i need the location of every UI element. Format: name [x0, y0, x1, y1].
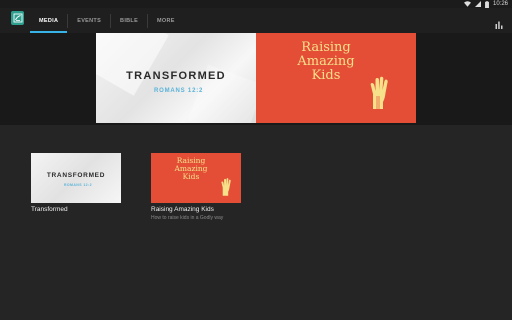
hero-left-title: TRANSFORMED [126, 70, 226, 82]
wifi-icon [463, 1, 471, 7]
app-bar: MEDIA EVENTS BIBLE MORE [0, 8, 512, 33]
status-icons: 10:26 [463, 0, 508, 8]
tab-bar: MEDIA EVENTS BIBLE MORE [30, 8, 184, 33]
hero-right-title: Raising Amazing Kids [297, 40, 355, 83]
background-shape [96, 33, 169, 96]
bar-chart-icon[interactable] [495, 16, 503, 29]
status-bar: 10:26 [0, 0, 512, 8]
tab-more[interactable]: MORE [148, 8, 184, 33]
hero-left-subtitle: ROMANS 12:2 [154, 88, 204, 94]
battery-icon [485, 0, 489, 8]
hero-section: TRANSFORMED ROMANS 12:2 Raising Amazing … [0, 33, 512, 125]
card-title: Transformed [31, 206, 68, 213]
signal-icon [474, 1, 481, 7]
card-subtitle: How to raise kids in a Godly way [151, 215, 224, 221]
card-thumbnail: TRANSFORMED ROMANS 12:2 [31, 153, 121, 203]
hero-transformed-panel: TRANSFORMED ROMANS 12:2 [96, 33, 256, 123]
media-card-transformed[interactable]: TRANSFORMED ROMANS 12:2 Transformed [31, 153, 121, 213]
app-logo-icon[interactable] [11, 11, 24, 25]
media-card-raising-amazing-kids[interactable]: Raising Amazing Kids Raising Amazing Kid… [151, 153, 241, 221]
raised-hand-icon [368, 76, 390, 115]
tab-events[interactable]: EVENTS [68, 8, 110, 33]
hero-banner[interactable]: TRANSFORMED ROMANS 12:2 Raising Amazing … [96, 33, 416, 123]
hero-raising-kids-panel: Raising Amazing Kids [256, 33, 416, 123]
card-title: Raising Amazing Kids [151, 206, 214, 213]
tab-media[interactable]: MEDIA [30, 8, 68, 33]
card-thumbnail: Raising Amazing Kids [151, 153, 241, 203]
status-time: 10:26 [492, 1, 508, 7]
media-grid: TRANSFORMED ROMANS 12:2 Transformed Rais… [0, 125, 512, 320]
tab-bible[interactable]: BIBLE [111, 8, 147, 33]
raised-hand-icon [220, 177, 232, 202]
